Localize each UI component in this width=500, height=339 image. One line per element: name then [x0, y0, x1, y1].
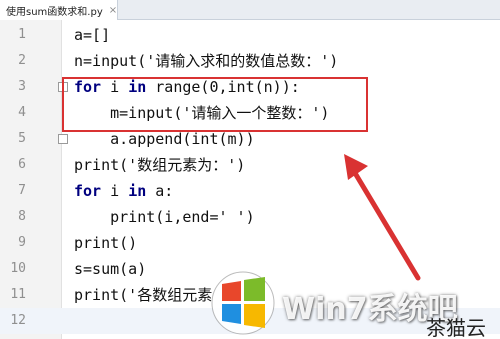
- keyword-in: in: [128, 182, 147, 200]
- keyword-for: for: [74, 182, 102, 200]
- close-icon[interactable]: ×: [109, 5, 117, 16]
- code-text: n=input('请输入求和的数值总数：'): [74, 52, 339, 70]
- line-number: 6: [18, 157, 26, 172]
- line-number: 5: [18, 131, 26, 146]
- editor-tab-bar: 使用sum函数求和.py ×: [0, 0, 500, 20]
- code-text: print(): [74, 234, 138, 252]
- file-tab-title: 使用sum函数求和.py: [6, 6, 103, 18]
- line-number: 4: [18, 105, 26, 120]
- fold-end-icon[interactable]: [58, 134, 68, 144]
- code-text: s=sum(a): [74, 260, 147, 278]
- line-number: 2: [18, 53, 26, 68]
- code-text: print('各数组元素: [74, 286, 213, 304]
- corner-watermark: 茶猫云: [426, 316, 486, 339]
- line-number: 12: [10, 313, 26, 328]
- annotation-arrow-icon: [344, 154, 421, 281]
- line-number: 3: [18, 79, 26, 94]
- code-text: for i in a:: [74, 178, 173, 204]
- line-number: 10: [10, 261, 26, 276]
- code-line-2[interactable]: 2 n=input('请输入求和的数值总数：'): [0, 48, 500, 74]
- code-segment: a:: [146, 182, 174, 200]
- line-number: 1: [18, 27, 26, 42]
- line-number: 9: [18, 235, 26, 250]
- code-text: a=[]: [74, 26, 111, 44]
- code-segment: i: [101, 182, 129, 200]
- code-line-1[interactable]: 1 a=[]: [0, 22, 500, 48]
- file-tab[interactable]: 使用sum函数求和.py ×: [0, 0, 118, 20]
- line-number: 7: [18, 183, 26, 198]
- highlight-box: [62, 77, 368, 132]
- line-number: 11: [10, 287, 26, 302]
- code-text: print('数组元素为：'): [74, 156, 246, 174]
- windows-logo-icon: [211, 271, 275, 335]
- line-number: 8: [18, 209, 26, 224]
- code-text: print(i,end=' '): [74, 208, 255, 226]
